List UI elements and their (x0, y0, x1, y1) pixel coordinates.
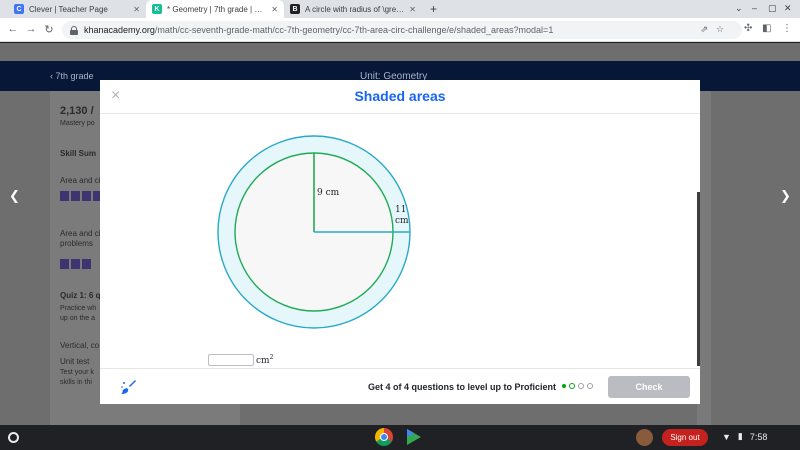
answer-row: cm2 (208, 353, 273, 366)
browser-toolbar: ← → ↻ khanacademy.org/math/cc-seventh-gr… (0, 18, 800, 42)
launcher-icon[interactable] (8, 432, 19, 443)
forward-button[interactable]: → (24, 23, 38, 35)
sign-out-button[interactable]: Sign out (662, 429, 708, 446)
side-panel-icon[interactable]: ◧ (762, 23, 771, 34)
minimize-icon[interactable]: – (752, 3, 757, 13)
brainly-favicon-icon: B (290, 4, 300, 14)
skill-summary-heading: Skill Sum (60, 149, 97, 158)
course-back-link[interactable]: ‹ 7th grade (50, 71, 94, 81)
new-tab-button[interactable]: + (430, 2, 437, 16)
progress-dot (578, 383, 584, 389)
outer-radius-unit: cm (395, 216, 409, 226)
modal-footer: Get 4 of 4 questions to level up to Prof… (100, 368, 700, 404)
os-shelf: Sign out ▼ ▮ 7:58 (0, 425, 800, 450)
tab-title: * Geometry | 7th grade | Math | K (167, 4, 267, 14)
outer-radius-label: 11 (395, 205, 406, 215)
close-tab-icon[interactable]: ✕ (409, 5, 416, 14)
answer-input[interactable] (208, 354, 254, 366)
check-button[interactable]: Check (608, 376, 690, 398)
mastery-points: 2,130 / (60, 105, 94, 117)
unit-test-desc: Test your k (60, 369, 94, 376)
skill-area-circ-problems-2: problems (60, 239, 93, 248)
clever-favicon-icon: C (14, 4, 24, 14)
modal-header: × Shaded areas (100, 80, 700, 114)
quiz-desc: Practice wh (60, 305, 97, 312)
quiz-title[interactable]: Quiz 1: 6 q (60, 291, 100, 300)
progress-dot-current (569, 383, 575, 389)
status-tray[interactable]: ▼ ▮ 7:58 (722, 431, 767, 442)
progress-dot (587, 383, 593, 389)
avatar[interactable] (636, 429, 653, 446)
tab-title: Clever | Teacher Page (29, 4, 108, 14)
close-tab-icon[interactable]: ✕ (271, 5, 278, 14)
chevron-left-icon[interactable]: ❮ (9, 188, 20, 204)
chrome-app-icon[interactable] (375, 428, 393, 446)
question-area: 9 cm 11 cm cm2 (100, 114, 700, 366)
unit-test-desc-2: skills in thi (60, 379, 92, 386)
url-host: khanacademy.org (84, 25, 155, 35)
answer-unit: cm2 (256, 354, 274, 366)
tab-khan-geometry[interactable]: K * Geometry | 7th grade | Math | K ✕ (146, 0, 284, 18)
skill-area-circ-problems[interactable]: Area and ci (60, 229, 100, 238)
reload-button[interactable]: ↻ (42, 23, 56, 36)
tab-title: A circle with radius of \greenD{ (305, 4, 406, 14)
play-store-icon[interactable] (407, 429, 421, 445)
url-path: /math/cc-seventh-grade-math/cc-7th-geome… (154, 25, 554, 35)
chevron-right-icon[interactable]: ❯ (780, 188, 791, 204)
level-up-text: Get 4 of 4 questions to level up to Prof… (368, 382, 557, 392)
battery-icon: ▮ (737, 431, 743, 441)
tab-search-icon[interactable]: ⌄ (735, 3, 743, 14)
modal-scrollbar[interactable] (697, 192, 700, 366)
modal-title: Shaded areas (354, 88, 446, 104)
lock-icon[interactable] (70, 25, 78, 35)
skill-progress-bars (60, 191, 102, 201)
skill-area-circ[interactable]: Area and ci (60, 176, 100, 185)
close-tab-icon[interactable]: ✕ (133, 5, 140, 14)
mastery-label: Mastery po (60, 120, 95, 127)
vertical-angles-item[interactable]: Vertical, co (60, 341, 99, 350)
question-progress (562, 383, 593, 389)
khan-favicon-icon: K (152, 4, 162, 14)
inner-radius-label: 9 cm (317, 188, 340, 198)
menu-kebab-icon[interactable]: ⋮ (782, 23, 792, 34)
scratchpad-brush-icon[interactable] (120, 379, 136, 395)
address-bar[interactable]: khanacademy.org/math/cc-seventh-grade-ma… (62, 21, 742, 39)
share-icon[interactable]: ⇗ (700, 24, 708, 35)
quiz-desc-2: up on the a (60, 315, 96, 322)
tab-strip: C Clever | Teacher Page ✕ K * Geometry |… (0, 0, 800, 18)
skill-progress-bars (60, 259, 91, 269)
progress-dot-complete (562, 384, 566, 388)
extensions-icon[interactable]: ✣ (744, 23, 752, 34)
tab-brainly[interactable]: B A circle with radius of \greenD{ ✕ (284, 0, 422, 18)
wifi-icon: ▼ (722, 431, 731, 442)
shaded-ring-figure: 9 cm 11 cm (217, 135, 411, 329)
maximize-icon[interactable]: ▢ (768, 3, 777, 14)
tab-clever[interactable]: C Clever | Teacher Page ✕ (8, 0, 146, 18)
bookmark-star-icon[interactable]: ☆ (716, 24, 724, 35)
back-button[interactable]: ← (6, 23, 20, 35)
clock: 7:58 (749, 431, 768, 442)
exercise-modal: × Shaded areas 9 cm 11 cm cm2 Get 4 of 4… (100, 80, 700, 404)
close-window-icon[interactable]: ✕ (784, 3, 792, 14)
unit-test-title[interactable]: Unit test (60, 357, 89, 366)
